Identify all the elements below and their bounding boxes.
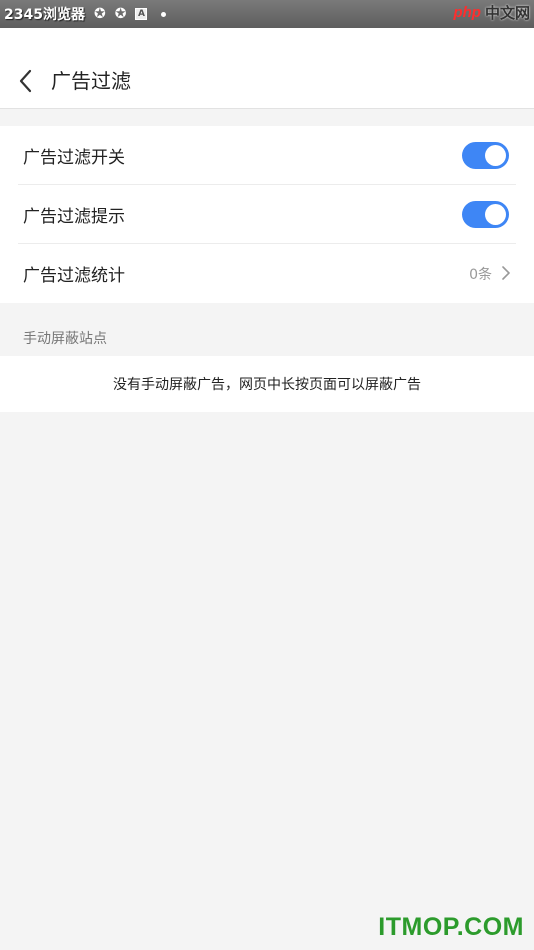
setting-row-ad-filter-hint[interactable]: 广告过滤提示 [18, 185, 516, 244]
site-watermark-top: php 中文网 [453, 2, 530, 23]
setting-label: 广告过滤开关 [23, 147, 125, 168]
setting-label: 广告过滤统计 [23, 266, 125, 286]
compass-icon: ✪ [93, 6, 106, 22]
php-logo: php [453, 4, 481, 21]
chevron-right-icon [502, 266, 510, 280]
status-bar: 2345浏览器 ✪ ✪ A php 中文网 [0, 0, 534, 28]
filter-count: 0条 [469, 266, 492, 283]
header: 广告过滤 [0, 28, 534, 109]
dot-icon [161, 11, 167, 17]
ad-filter-toggle[interactable] [462, 141, 509, 169]
chevron-left-icon [19, 69, 32, 93]
settings-group: 广告过滤开关 广告过滤提示 广告过滤统计 0条 [0, 126, 534, 303]
toggle-knob [485, 203, 506, 225]
empty-message: 没有手动屏蔽广告，网页中长按页面可以屏蔽广告 [113, 377, 421, 393]
a-badge-icon: A [135, 8, 148, 20]
site-name: 中文网 [484, 4, 530, 22]
section-title: 手动屏蔽站点 [23, 331, 107, 347]
status-app-name: 2345浏览器 [4, 7, 85, 23]
setting-label: 广告过滤提示 [23, 206, 125, 227]
setting-row-ad-filter-stats[interactable]: 广告过滤统计 0条 [18, 244, 516, 303]
manual-block-empty-state: 没有手动屏蔽广告，网页中长按页面可以屏蔽广告 [0, 356, 534, 412]
ad-filter-hint-toggle[interactable] [462, 200, 509, 228]
page-title: 广告过滤 [51, 69, 131, 93]
watermark: ITMOP.COM [378, 913, 524, 941]
toggle-knob [485, 144, 506, 166]
back-button[interactable] [14, 68, 40, 94]
compass-icon: ✪ [114, 6, 127, 22]
setting-row-ad-filter-switch[interactable]: 广告过滤开关 [18, 126, 516, 185]
